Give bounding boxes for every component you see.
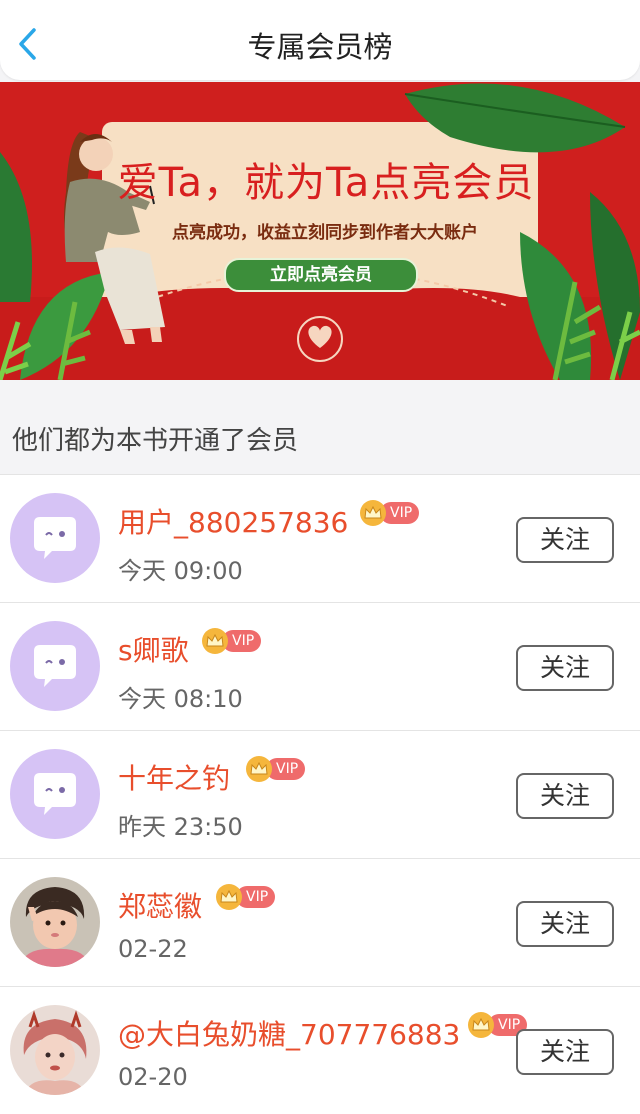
follow-button[interactable]: 关注 [516, 901, 614, 947]
member-name[interactable]: s卿歌 [118, 629, 189, 669]
vip-badge: VIP [202, 628, 262, 654]
follow-button[interactable]: 关注 [516, 1029, 614, 1075]
default-avatar-icon [10, 749, 100, 839]
top-bar: 专属会员榜 [0, 0, 640, 80]
follow-button[interactable]: 关注 [516, 517, 614, 563]
vip-badge: VIP [360, 500, 420, 526]
list-item[interactable]: @大白兔奶糖_707776883 VIP 02-20 关注 [0, 986, 640, 1114]
avatar[interactable] [10, 621, 100, 711]
child-photo-avatar-icon [10, 877, 100, 967]
follow-button[interactable]: 关注 [516, 645, 614, 691]
member-time: 今天 08:10 [118, 685, 243, 713]
section-title: 他们都为本书开通了会员 [12, 426, 299, 456]
crown-icon [360, 500, 386, 526]
avatar[interactable] [10, 1005, 100, 1095]
page-title: 专属会员榜 [247, 30, 393, 64]
default-avatar-icon [10, 493, 100, 583]
list-item[interactable]: s卿歌 VIP 今天 08:10 关注 [0, 602, 640, 730]
crown-icon [216, 884, 242, 910]
avatar[interactable] [10, 877, 100, 967]
follow-button[interactable]: 关注 [516, 773, 614, 819]
member-time: 02-22 [118, 935, 188, 963]
crown-icon [246, 756, 272, 782]
avatar[interactable] [10, 493, 100, 583]
promo-banner[interactable]: 爱Ta，就为Ta点亮会员 点亮成功，收益立刻同步到作者大大账户 立即点亮会员 [0, 82, 640, 380]
member-name[interactable]: 用户_880257836 [118, 501, 348, 541]
vip-badge: VIP [216, 884, 276, 910]
member-time: 昨天 23:50 [118, 813, 243, 841]
member-time: 今天 09:00 [118, 557, 243, 585]
banner-headline: 爱Ta，就为Ta点亮会员 [117, 160, 535, 206]
light-up-membership-button[interactable]: 立即点亮会员 [224, 258, 418, 292]
list-item[interactable]: 十年之钓 VIP 昨天 23:50 关注 [0, 730, 640, 858]
crown-icon [202, 628, 228, 654]
vip-badge: VIP [246, 756, 306, 782]
member-name[interactable]: @大白兔奶糖_707776883 [118, 1013, 460, 1053]
list-item[interactable]: 郑蕊徽 VIP 02-22 关注 [0, 858, 640, 986]
default-avatar-icon [10, 621, 100, 711]
member-name[interactable]: 十年之钓 [118, 757, 230, 797]
girl-photo-avatar-icon [10, 1005, 100, 1095]
member-name[interactable]: 郑蕊徽 [118, 885, 202, 925]
list-item[interactable]: 用户_880257836 VIP 今天 09:00 关注 [0, 474, 640, 602]
crown-icon [468, 1012, 494, 1038]
member-time: 02-20 [118, 1063, 188, 1091]
avatar[interactable] [10, 749, 100, 839]
member-list: 用户_880257836 VIP 今天 09:00 关注 s卿歌 VIP 今天 … [0, 474, 640, 1114]
banner-subtitle: 点亮成功，收益立刻同步到作者大大账户 [172, 223, 478, 243]
